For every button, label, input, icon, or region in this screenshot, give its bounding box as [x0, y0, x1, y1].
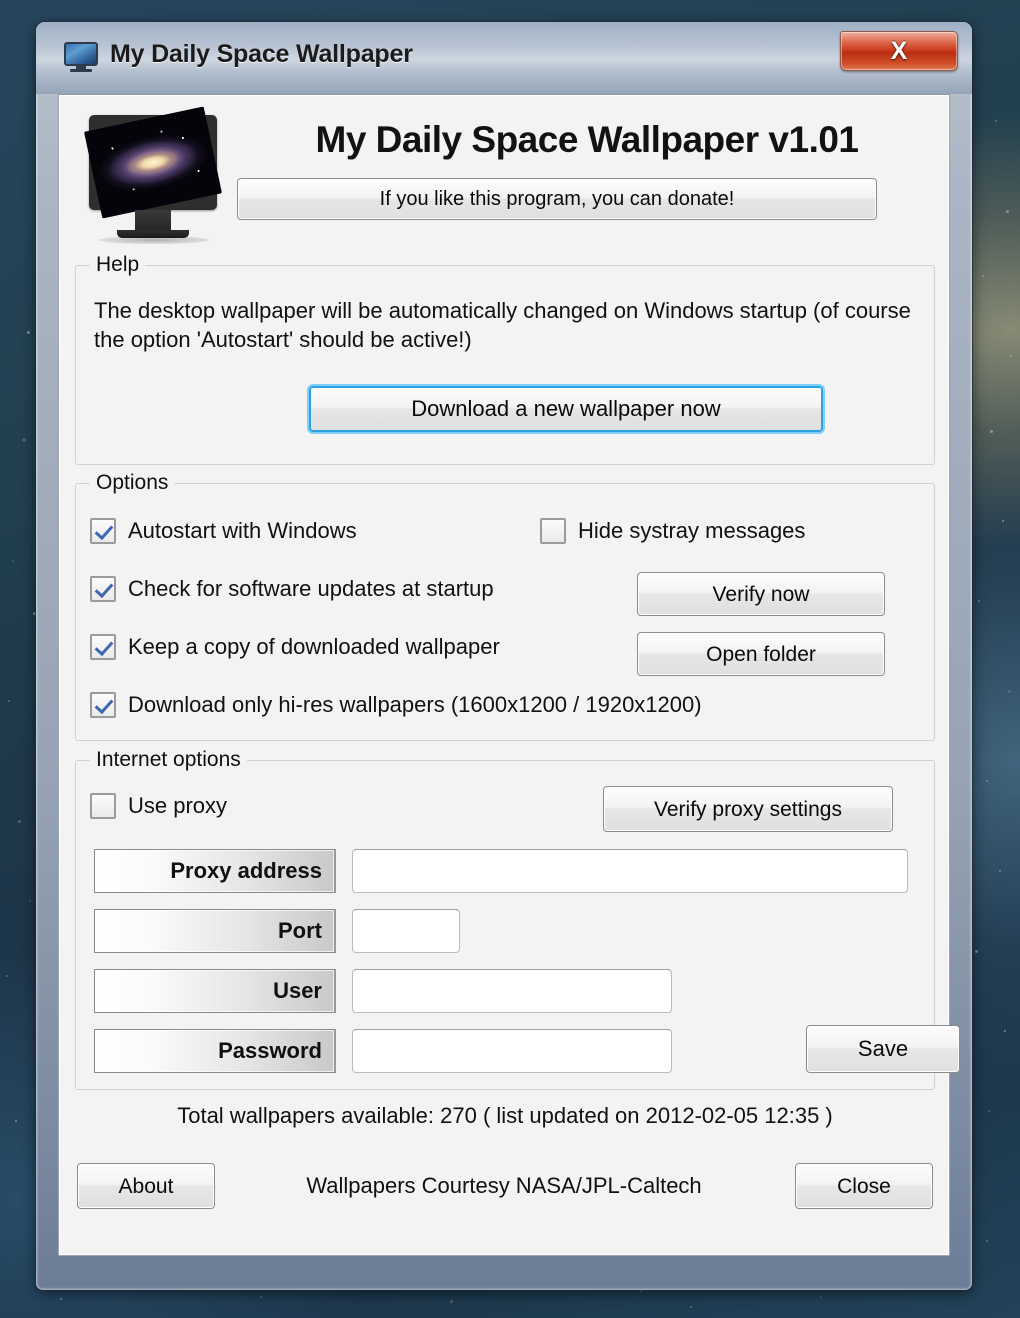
- user-row: User: [94, 969, 914, 1013]
- internet-options-group-title: Internet options: [90, 748, 247, 772]
- option-check-updates-row[interactable]: Check for software updates at startup: [90, 576, 494, 602]
- port-row: Port: [94, 909, 914, 953]
- desktop-background: My Daily Space Wallpaper X My Daily Spac…: [0, 0, 1020, 1318]
- help-group-title: Help: [90, 253, 145, 277]
- port-label: Port: [94, 909, 336, 953]
- option-autostart-row[interactable]: Autostart with Windows: [90, 518, 357, 544]
- checkbox-check-updates[interactable]: [90, 576, 116, 602]
- proxy-address-label: Proxy address: [94, 849, 336, 893]
- option-use-proxy-row[interactable]: Use proxy: [90, 793, 227, 819]
- option-use-proxy-label: Use proxy: [128, 793, 227, 819]
- option-hide-systray-label: Hide systray messages: [578, 518, 805, 544]
- donate-button[interactable]: If you like this program, you can donate…: [237, 178, 877, 220]
- option-autostart-label: Autostart with Windows: [128, 518, 357, 544]
- save-button[interactable]: Save: [806, 1025, 960, 1073]
- checkbox-use-proxy[interactable]: [90, 793, 116, 819]
- help-group: Help The desktop wallpaper will be autom…: [75, 265, 935, 465]
- window-title: My Daily Space Wallpaper: [110, 40, 413, 69]
- client-area: My Daily Space Wallpaper v1.01 If you li…: [58, 94, 950, 1256]
- application-window: My Daily Space Wallpaper X My Daily Spac…: [36, 22, 972, 1290]
- page-title: My Daily Space Wallpaper v1.01: [237, 119, 937, 161]
- header-section: My Daily Space Wallpaper v1.01 If you li…: [59, 95, 951, 245]
- internet-options-group: Internet options Use proxy Verify proxy …: [75, 760, 935, 1090]
- user-input[interactable]: [352, 969, 672, 1013]
- help-text: The desktop wallpaper will be automatica…: [94, 296, 914, 354]
- option-hide-systray-row[interactable]: Hide systray messages: [540, 518, 805, 544]
- proxy-address-input[interactable]: [352, 849, 908, 893]
- download-wallpaper-button[interactable]: Download a new wallpaper now: [309, 386, 823, 432]
- status-text: Total wallpapers available: 270 ( list u…: [59, 1103, 951, 1129]
- password-input[interactable]: [352, 1029, 672, 1073]
- galaxy-monitor-icon: [79, 115, 227, 245]
- verify-now-button[interactable]: Verify now: [637, 572, 885, 616]
- password-row: Password: [94, 1029, 914, 1073]
- credit-text: Wallpapers Courtesy NASA/JPL-Caltech: [239, 1173, 769, 1199]
- option-hires-label: Download only hi-res wallpapers (1600x12…: [128, 692, 702, 718]
- checkbox-keep-copy[interactable]: [90, 634, 116, 660]
- option-keep-copy-label: Keep a copy of downloaded wallpaper: [128, 634, 500, 660]
- password-label: Password: [94, 1029, 336, 1073]
- option-check-updates-label: Check for software updates at startup: [128, 576, 494, 602]
- monitor-icon: [64, 42, 98, 72]
- checkbox-hires-only[interactable]: [90, 692, 116, 718]
- about-button[interactable]: About: [77, 1163, 215, 1209]
- open-folder-button[interactable]: Open folder: [637, 632, 885, 676]
- window-close-button[interactable]: X: [840, 31, 958, 71]
- checkbox-autostart[interactable]: [90, 518, 116, 544]
- close-icon: X: [841, 32, 957, 70]
- options-group-title: Options: [90, 471, 174, 495]
- port-input[interactable]: [352, 909, 460, 953]
- user-label: User: [94, 969, 336, 1013]
- title-bar: My Daily Space Wallpaper X: [36, 22, 972, 94]
- option-hires-row[interactable]: Download only hi-res wallpapers (1600x12…: [90, 692, 702, 718]
- proxy-address-row: Proxy address: [94, 849, 914, 893]
- option-keep-copy-row[interactable]: Keep a copy of downloaded wallpaper: [90, 634, 500, 660]
- checkbox-hide-systray[interactable]: [540, 518, 566, 544]
- verify-proxy-settings-button[interactable]: Verify proxy settings: [603, 786, 893, 832]
- options-group: Options Autostart with Windows Hide syst…: [75, 483, 935, 741]
- close-button[interactable]: Close: [795, 1163, 933, 1209]
